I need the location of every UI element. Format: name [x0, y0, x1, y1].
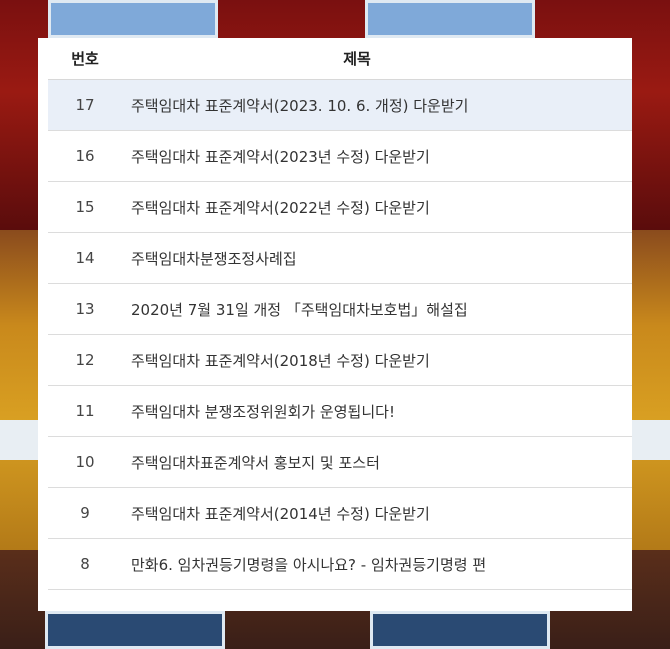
table-row[interactable]: 11 주택임대차 분쟁조정위원회가 운영됩니다! — [48, 386, 632, 437]
header-number: 번호 — [71, 50, 99, 68]
table-row[interactable]: 16 주택임대차 표준계약서(2023년 수정) 다운받기 — [48, 131, 632, 182]
table-row[interactable]: 8 만화6. 임차권등기명령을 아시나요? - 임차권등기명령 편 — [48, 539, 632, 590]
row-title-link[interactable]: 주택임대차분쟁조정사례집 — [122, 248, 632, 269]
board-table: 번호 제목 17 주택임대차 표준계약서(2023. 10. 6. 개정) 다운… — [48, 38, 632, 590]
board-panel: 번호 제목 17 주택임대차 표준계약서(2023. 10. 6. 개정) 다운… — [38, 38, 632, 611]
row-number: 16 — [75, 147, 95, 165]
row-title-link[interactable]: 주택임대차 표준계약서(2023. 10. 6. 개정) 다운받기 — [122, 95, 632, 116]
table-row[interactable]: 10 주택임대차표준계약서 홍보지 및 포스터 — [48, 437, 632, 488]
row-number: 9 — [80, 504, 90, 522]
background-window — [370, 611, 550, 649]
table-row[interactable]: 14 주택임대차분쟁조정사례집 — [48, 233, 632, 284]
table-row[interactable]: 15 주택임대차 표준계약서(2022년 수정) 다운받기 — [48, 182, 632, 233]
background-ledge — [632, 420, 670, 460]
row-title-link[interactable]: 2020년 7월 31일 개정 「주택임대차보호법」해설집 — [122, 299, 632, 320]
table-row[interactable]: 17 주택임대차 표준계약서(2023. 10. 6. 개정) 다운받기 — [48, 80, 632, 131]
row-number: 15 — [75, 198, 95, 216]
row-title-link[interactable]: 만화6. 임차권등기명령을 아시나요? - 임차권등기명령 편 — [122, 554, 632, 575]
background-window — [48, 0, 218, 38]
table-header: 번호 제목 — [48, 38, 632, 80]
table-row[interactable]: 12 주택임대차 표준계약서(2018년 수정) 다운받기 — [48, 335, 632, 386]
row-number: 13 — [75, 300, 95, 318]
row-number: 11 — [75, 402, 95, 420]
table-row[interactable]: 9 주택임대차 표준계약서(2014년 수정) 다운받기 — [48, 488, 632, 539]
row-number: 8 — [80, 555, 90, 573]
row-number: 10 — [75, 453, 95, 471]
background-ledge — [0, 420, 38, 460]
row-title-link[interactable]: 주택임대차 표준계약서(2014년 수정) 다운받기 — [122, 503, 632, 524]
row-title-link[interactable]: 주택임대차 분쟁조정위원회가 운영됩니다! — [122, 401, 632, 422]
background-window — [365, 0, 535, 38]
table-row[interactable]: 13 2020년 7월 31일 개정 「주택임대차보호법」해설집 — [48, 284, 632, 335]
header-title: 제목 — [343, 50, 371, 68]
row-number: 17 — [75, 96, 95, 114]
row-title-link[interactable]: 주택임대차표준계약서 홍보지 및 포스터 — [122, 452, 632, 473]
row-number: 14 — [75, 249, 95, 267]
row-number: 12 — [75, 351, 95, 369]
row-title-link[interactable]: 주택임대차 표준계약서(2023년 수정) 다운받기 — [122, 146, 632, 167]
row-title-link[interactable]: 주택임대차 표준계약서(2018년 수정) 다운받기 — [122, 350, 632, 371]
row-title-link[interactable]: 주택임대차 표준계약서(2022년 수정) 다운받기 — [122, 197, 632, 218]
background-window — [45, 611, 225, 649]
